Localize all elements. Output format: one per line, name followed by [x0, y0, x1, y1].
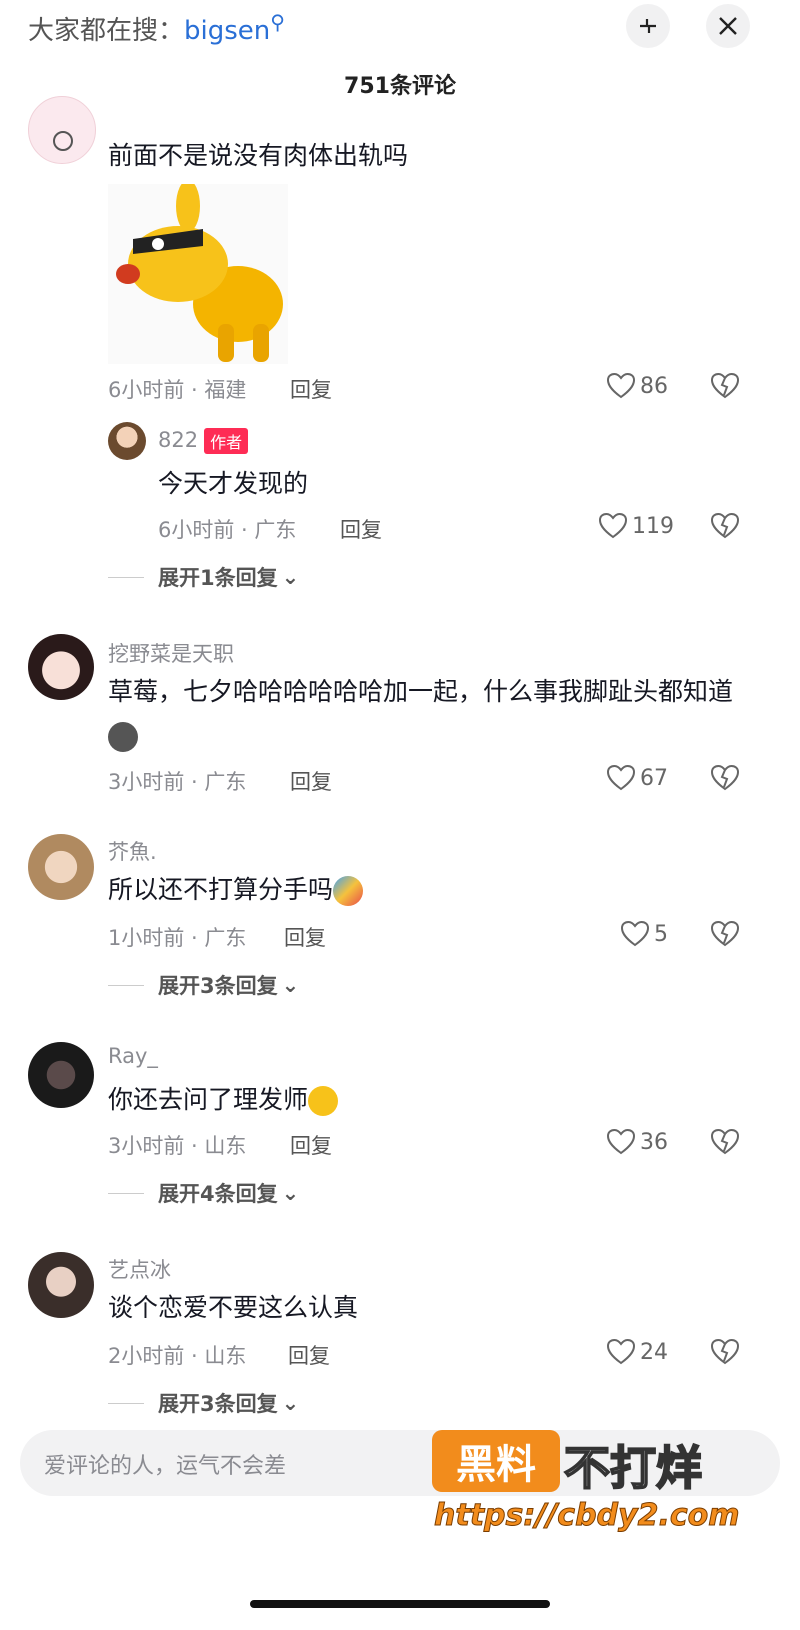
- avatar[interactable]: [28, 1252, 94, 1318]
- heart-icon: [606, 372, 636, 399]
- cat-emoji-icon: [108, 722, 138, 752]
- avatar[interactable]: [28, 1042, 94, 1108]
- avatar[interactable]: [28, 96, 96, 164]
- divider: [108, 984, 144, 986]
- like-button[interactable]: 36: [606, 1128, 668, 1156]
- dislike-button[interactable]: [710, 764, 740, 796]
- broken-heart-icon: [710, 1338, 740, 1365]
- like-button[interactable]: 5: [620, 920, 668, 948]
- broken-heart-icon: [710, 1128, 740, 1155]
- comment-text: 前面不是说没有肉体出轨吗: [108, 141, 409, 170]
- expand-replies-button[interactable]: 展开3条回复 ⌄: [108, 970, 299, 1000]
- broken-heart-icon: [710, 920, 740, 947]
- like-count: 119: [632, 513, 674, 539]
- comment-input-placeholder: 爱评论的人，运气不会差: [44, 1454, 287, 1479]
- comment-text: 所以还不打算分手吗: [108, 868, 364, 912]
- reply-button[interactable]: 回复: [290, 1130, 332, 1160]
- chevron-down-icon: ⌄: [281, 973, 300, 997]
- dislike-button[interactable]: [710, 1338, 740, 1370]
- reply-button[interactable]: 回复: [340, 514, 382, 544]
- divider: [108, 576, 144, 578]
- broken-heart-icon: [710, 512, 740, 539]
- expand-replies-button[interactable]: 展开3条回复 ⌄: [108, 1388, 299, 1418]
- like-button[interactable]: 119: [598, 512, 674, 540]
- like-count: 67: [640, 765, 668, 791]
- emoji-icon: [333, 876, 364, 906]
- expand-replies-button[interactable]: 展开1条回复 ⌄: [108, 562, 299, 592]
- comment-username[interactable]: 芥魚.: [108, 836, 157, 866]
- avatar[interactable]: [28, 834, 94, 900]
- dislike-button[interactable]: [710, 920, 740, 952]
- reply-button[interactable]: 回复: [288, 1340, 330, 1370]
- chevron-down-icon: ⌄: [281, 1391, 300, 1415]
- broken-heart-icon: [710, 764, 740, 791]
- expand-replies-button[interactable]: 展开4条回复 ⌄: [108, 1178, 299, 1208]
- reply-meta: 6小时前 · 广东: [158, 518, 297, 542]
- dislike-button[interactable]: [710, 372, 740, 404]
- like-button[interactable]: 86: [606, 372, 668, 400]
- comment-username[interactable]: 挖野菜是天职: [108, 638, 234, 668]
- watermark-url: https://cbdy2.com: [434, 1498, 740, 1534]
- comment-meta: 1小时前 · 广东: [108, 926, 247, 950]
- like-count: 86: [640, 373, 668, 399]
- reply-button[interactable]: 回复: [290, 374, 332, 404]
- heart-icon: [598, 512, 628, 539]
- reply-username[interactable]: 822 作者: [158, 428, 249, 454]
- dislike-button[interactable]: [710, 512, 740, 544]
- divider: [108, 1402, 144, 1404]
- search-icon: ⚲: [270, 10, 285, 34]
- like-count: 36: [640, 1129, 668, 1155]
- close-button[interactable]: [706, 4, 750, 48]
- comment-meta: 3小时前 · 山东: [108, 1134, 247, 1158]
- comment-text: 你还去问了理发师: [108, 1078, 339, 1122]
- reply-button[interactable]: 回复: [284, 922, 326, 952]
- comment-count-title: 751条评论: [344, 74, 456, 99]
- search-prefix: 大家都在搜：: [28, 16, 185, 46]
- watermark-box: 黑料: [432, 1430, 560, 1492]
- broken-heart-icon: [710, 372, 740, 399]
- comment-meta: 2小时前 · 山东: [108, 1344, 247, 1368]
- comment-meta: 6小时前 · 福建: [108, 378, 247, 402]
- like-count: 5: [654, 921, 668, 947]
- comment-text: 草莓，七夕哈哈哈哈哈哈加一起，什么事我脚趾头都知道: [108, 670, 748, 758]
- heart-icon: [606, 1128, 636, 1155]
- collapse-icon: [640, 19, 656, 33]
- like-button[interactable]: 24: [606, 1338, 668, 1366]
- like-button[interactable]: 67: [606, 764, 668, 792]
- comment-username[interactable]: Ray_: [108, 1044, 158, 1068]
- dislike-button[interactable]: [710, 1128, 740, 1160]
- search-suggestion[interactable]: 大家都在搜：bigsen⚲: [28, 10, 285, 47]
- search-keyword[interactable]: bigsen: [184, 16, 270, 46]
- comment-meta: 3小时前 · 广东: [108, 770, 247, 794]
- avatar[interactable]: [28, 634, 94, 700]
- divider: [108, 1192, 144, 1194]
- collapse-button[interactable]: [626, 4, 670, 48]
- avatar[interactable]: [108, 422, 146, 460]
- author-badge: 作者: [204, 428, 249, 454]
- heart-icon: [606, 1338, 636, 1365]
- reply-button[interactable]: 回复: [290, 766, 332, 796]
- top-bar: 大家都在搜：bigsen⚲: [0, 0, 800, 60]
- chevron-down-icon: ⌄: [281, 1181, 300, 1205]
- comment-text: 谈个恋爱不要这么认真: [108, 1293, 359, 1322]
- watermark-text: 不打烊: [563, 1440, 703, 1496]
- close-icon: [719, 17, 737, 35]
- comment-username[interactable]: 艺点冰: [108, 1254, 171, 1284]
- reply-text: 今天才发现的: [158, 469, 309, 498]
- chevron-down-icon: ⌄: [281, 565, 300, 589]
- like-count: 24: [640, 1339, 668, 1365]
- heart-icon: [606, 764, 636, 791]
- heart-icon: [620, 920, 650, 947]
- comment-sticker: [108, 180, 288, 364]
- laughing-emoji-icon: [308, 1086, 339, 1116]
- home-indicator[interactable]: [250, 1600, 550, 1608]
- dog-sticker-icon: [116, 180, 283, 362]
